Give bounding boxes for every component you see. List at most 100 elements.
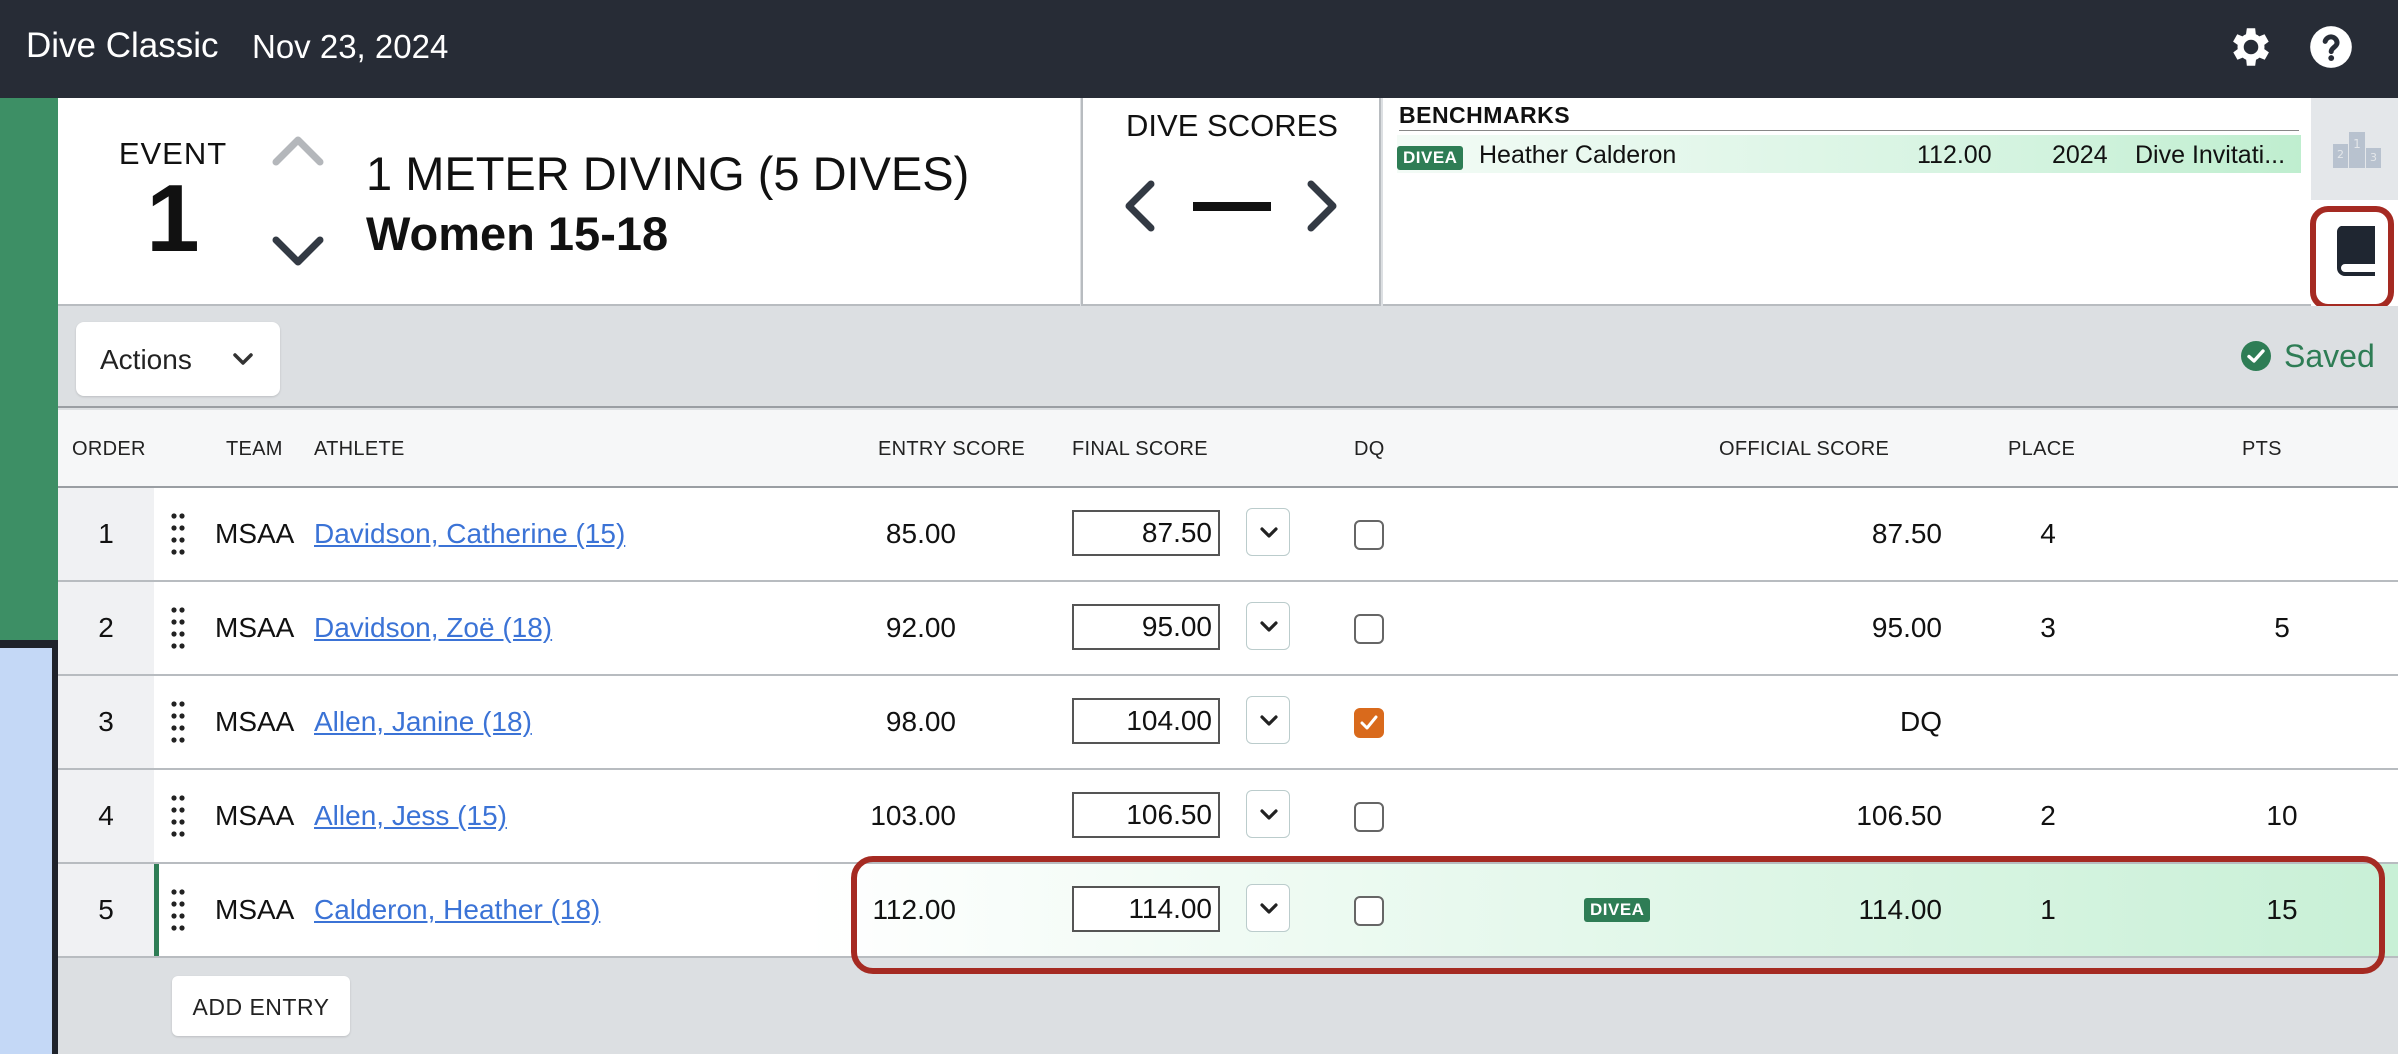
gear-icon[interactable]: [2226, 22, 2276, 72]
chevron-right-icon[interactable]: [1305, 180, 1339, 232]
table-header: ORDER TEAM ATHLETE ENTRY SCORE FINAL SCO…: [58, 410, 2398, 488]
benchmarks-panel: BENCHMARKS DIVEA Heather Calderon 112.00…: [1383, 98, 2311, 306]
check-circle-icon: [2241, 341, 2271, 371]
col-pts[interactable]: PTS: [2242, 438, 2282, 461]
order-cell: 5: [58, 864, 154, 956]
entry-score: 92.00: [885, 612, 956, 643]
benchmark-score: 112.00: [1917, 141, 1992, 169]
table-row: 1 MSAA Davidson, Catherine (15) 85.00 87…: [58, 488, 2398, 582]
table-row: 2 MSAA Davidson, Zoë (18) 92.00 95.00 95…: [58, 582, 2398, 676]
col-dq[interactable]: DQ: [1354, 438, 1385, 461]
benchmark-badge: DIVEA: [1397, 146, 1464, 170]
benchmark-row: DIVEA Heather Calderon 112.00 2024 Dive …: [1397, 135, 2301, 173]
dive-scores-label: DIVE SCORES: [1126, 108, 1338, 143]
col-team[interactable]: TEAM: [226, 438, 283, 461]
table-row: 3 MSAA Allen, Janine (18) 98.00 104.00 D…: [58, 676, 2398, 770]
dq-checkbox[interactable]: [1354, 520, 1384, 550]
col-entry-score[interactable]: ENTRY SCORE: [878, 438, 1025, 461]
highlight-box-book: [2310, 206, 2394, 310]
row-accent: [154, 864, 159, 956]
athlete-link[interactable]: Allen, Jess (15): [314, 800, 507, 832]
final-score-input[interactable]: 104.00: [1072, 698, 1220, 744]
chevron-down-icon: [1260, 527, 1278, 538]
benchmark-name: Heather Calderon: [1479, 141, 1677, 169]
final-score-input[interactable]: 106.50: [1072, 792, 1220, 838]
place: 2: [2040, 800, 2056, 831]
score-dropdown-button[interactable]: [1246, 696, 1290, 744]
entry-score: 98.00: [885, 706, 956, 737]
benchmarks-divider: [1399, 130, 2299, 131]
points: 5: [2274, 612, 2290, 643]
dive-scores-panel: DIVE SCORES: [1081, 98, 1381, 306]
order-cell: 3: [58, 676, 154, 768]
score-dropdown-button[interactable]: [1246, 602, 1290, 650]
col-final-score[interactable]: FINAL SCORE: [1072, 438, 1208, 461]
event-header: EVENT 1 1 METER DIVING (5 DIVES) Women 1…: [58, 98, 1080, 306]
chevron-down-icon: [233, 353, 253, 365]
benchmark-year: 2024: [2052, 141, 2108, 169]
team: MSAA: [215, 518, 295, 549]
row-order: 4: [98, 800, 114, 831]
dq-checkbox[interactable]: [1354, 708, 1384, 738]
row-order: 1: [98, 518, 114, 549]
order-cell: 1: [58, 488, 154, 580]
entry-score: 85.00: [885, 518, 956, 549]
order-cell: 2: [58, 582, 154, 674]
athlete-link[interactable]: Allen, Janine (18): [314, 706, 532, 738]
drag-handle-icon[interactable]: [170, 794, 186, 840]
top-bar: Dive Classic Nov 23, 2024: [0, 0, 2398, 98]
drag-handle-icon[interactable]: [170, 512, 186, 558]
final-score-input[interactable]: 95.00: [1072, 604, 1220, 650]
dq-checkbox[interactable]: [1354, 802, 1384, 832]
drag-handle-icon[interactable]: [170, 700, 186, 746]
team: MSAA: [215, 706, 295, 737]
dq-checkbox[interactable]: [1354, 614, 1384, 644]
highlight-box-row: [851, 856, 2385, 974]
col-athlete[interactable]: ATHLETE: [314, 438, 405, 461]
athlete-link[interactable]: Davidson, Catherine (15): [314, 518, 625, 550]
actions-label: Actions: [100, 344, 192, 375]
official-score: DQ: [1900, 706, 1942, 737]
dive-scores-value: [1193, 202, 1271, 211]
previous-event-chevron-up-icon[interactable]: [270, 132, 326, 168]
col-place[interactable]: PLACE: [2008, 438, 2075, 461]
left-panel: [0, 648, 52, 1054]
podium-tab[interactable]: 1 2 3: [2311, 98, 2398, 200]
team: MSAA: [215, 800, 295, 831]
athlete-link[interactable]: Davidson, Zoë (18): [314, 612, 552, 644]
svg-text:1: 1: [2353, 137, 2361, 151]
athlete-link[interactable]: Calderon, Heather (18): [314, 894, 600, 926]
official-score: 106.50: [1856, 800, 1942, 831]
actions-dropdown-button[interactable]: Actions: [76, 322, 280, 396]
saved-status: Saved: [2284, 338, 2375, 374]
chevron-down-icon: [1260, 715, 1278, 726]
left-sidebar-strip: [0, 98, 58, 640]
points: 10: [2266, 800, 2298, 831]
order-cell: 4: [58, 770, 154, 862]
toolbar: Actions Saved: [58, 306, 2398, 408]
entry-score: 103.00: [870, 800, 956, 831]
question-circle-icon[interactable]: [2306, 22, 2356, 72]
chevron-left-icon[interactable]: [1123, 180, 1157, 232]
row-order: 5: [98, 894, 114, 925]
official-score: 87.50: [1871, 518, 1942, 549]
drag-handle-icon[interactable]: [170, 606, 186, 652]
score-dropdown-button[interactable]: [1246, 508, 1290, 556]
next-event-chevron-down-icon[interactable]: [270, 234, 326, 270]
col-official-score[interactable]: OFFICIAL SCORE: [1719, 438, 1889, 461]
team: MSAA: [215, 894, 295, 925]
place: 3: [2040, 612, 2056, 643]
col-order[interactable]: ORDER: [72, 438, 146, 461]
final-score-input[interactable]: 87.50: [1072, 510, 1220, 556]
app-date: Nov 23, 2024: [252, 28, 449, 65]
score-dropdown-button[interactable]: [1246, 790, 1290, 838]
place: 4: [2040, 518, 2056, 549]
official-score: 95.00: [1871, 612, 1942, 643]
row-order: 3: [98, 706, 114, 737]
row-order: 2: [98, 612, 114, 643]
chevron-down-icon: [1260, 809, 1278, 820]
drag-handle-icon[interactable]: [170, 888, 186, 934]
table-row: 4 MSAA Allen, Jess (15) 103.00 106.50 10…: [58, 770, 2398, 864]
benchmark-meet: Dive Invitati...: [2135, 141, 2286, 169]
add-entry-button[interactable]: ADD ENTRY: [172, 976, 350, 1036]
